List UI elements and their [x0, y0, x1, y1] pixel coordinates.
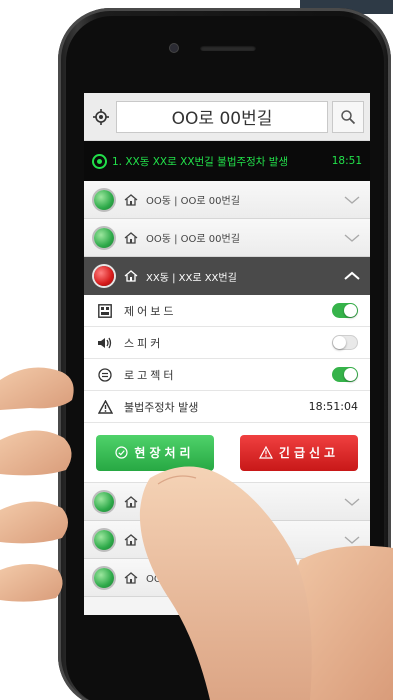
chevron-down-icon[interactable]	[344, 573, 360, 583]
chevron-down-icon[interactable]	[344, 497, 360, 507]
device-row-speaker: 스피커	[84, 327, 370, 359]
home-icon	[124, 533, 138, 546]
speaker-toggle[interactable]	[332, 335, 358, 350]
warning-icon	[96, 399, 114, 415]
status-indicator-green	[94, 189, 114, 210]
event-time: 18:51:04	[308, 400, 358, 413]
emergency-report-button[interactable]: 긴급신고	[240, 434, 358, 471]
location-row[interactable]: OO동 | OO로 00번길	[84, 181, 370, 219]
location-label: OO동 | OO로 00번길	[146, 234, 240, 245]
search-bar: OO로 00번길	[84, 93, 370, 141]
projector-toggle[interactable]	[332, 367, 358, 382]
chevron-down-icon[interactable]	[344, 195, 360, 205]
projector-icon	[96, 367, 114, 383]
status-indicator-green	[94, 227, 114, 248]
speaker-icon	[96, 335, 114, 351]
status-indicator-green	[94, 491, 114, 512]
status-indicator-red	[94, 266, 114, 286]
emergency-button-label: 긴급신고	[278, 446, 340, 460]
status-indicator-green	[94, 529, 114, 550]
location-row[interactable]: OO동 | OO로 00번길	[84, 219, 370, 257]
earpiece-speaker	[200, 45, 256, 51]
action-buttons: 현장처리 긴급신고	[84, 423, 370, 483]
home-icon	[124, 193, 138, 206]
check-circle-icon	[115, 446, 129, 459]
alert-status-icon	[92, 153, 107, 169]
search-input[interactable]: OO로 00번길	[116, 100, 328, 133]
location-target-icon[interactable]	[90, 106, 112, 128]
location-row-active[interactable]: XX동 | XX로 XX번길	[84, 257, 370, 295]
device-label: 로고젝터	[124, 368, 177, 382]
status-indicator-green	[94, 567, 114, 588]
chevron-down-icon[interactable]	[344, 233, 360, 243]
location-detail-panel: 제어보드 스피커 로고젝터 불법주정차 발생 18:51:04 현장처리 긴급신…	[84, 295, 370, 483]
location-label: OO동 | OO로 00번길	[146, 196, 240, 207]
control-board-icon	[96, 303, 114, 319]
home-icon	[124, 270, 138, 282]
chevron-up-icon[interactable]	[344, 271, 360, 281]
alert-text: 1. XX동 XX로 XX번길 불법주정차 발생	[112, 155, 289, 168]
event-label: 불법주정차 발생	[124, 400, 199, 414]
search-icon[interactable]	[332, 100, 364, 133]
device-label: 스피커	[124, 336, 164, 350]
warning-icon	[258, 446, 273, 459]
home-icon	[124, 231, 138, 244]
location-label: XX동 | XX로 XX번길	[146, 272, 237, 284]
location-row[interactable]	[84, 483, 370, 521]
device-label: 제어보드	[124, 304, 177, 318]
home-button[interactable]	[202, 628, 260, 686]
device-row-projector: 로고젝터	[84, 359, 370, 391]
onsite-button-label: 현장처리	[134, 446, 195, 460]
home-icon	[124, 495, 138, 508]
device-row-control-board: 제어보드	[84, 295, 370, 327]
home-icon	[124, 571, 138, 584]
chevron-down-icon[interactable]	[344, 535, 360, 545]
event-row: 불법주정차 발생 18:51:04	[84, 391, 370, 423]
control-board-toggle[interactable]	[332, 303, 358, 318]
location-row[interactable]: OO동 | OO로 00번	[84, 559, 370, 597]
alert-banner[interactable]: 1. XX동 XX로 XX번길 불법주정차 발생 18:51	[84, 141, 370, 181]
alert-time: 18:51	[331, 155, 362, 167]
front-camera	[170, 44, 178, 52]
app-screen: OO로 00번길 1. XX동 XX로 XX번길 불법주정차 발생 18:51 …	[84, 93, 370, 615]
location-row[interactable]	[84, 521, 370, 559]
location-label: OO동 | OO로 00번	[146, 574, 231, 585]
onsite-handling-button[interactable]: 현장처리	[96, 434, 214, 471]
